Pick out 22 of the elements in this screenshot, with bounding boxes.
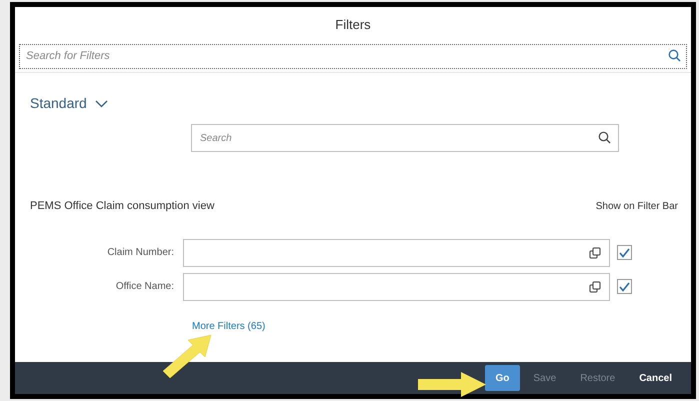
search-field[interactable]: Search for Filters <box>19 44 687 68</box>
field-label: Office Name: <box>114 280 175 294</box>
input-field[interactable] <box>183 272 610 300</box>
go-button[interactable]: Go <box>484 365 520 391</box>
checkbox[interactable] <box>617 245 632 260</box>
dialog-title: Filters <box>335 16 371 34</box>
variant-selector[interactable]: Standard <box>30 93 108 114</box>
search-field[interactable]: Search <box>191 124 619 152</box>
footer-button[interactable]: Cancel <box>628 365 683 391</box>
input-field[interactable] <box>183 238 610 266</box>
column-header: Show on Filter Bar <box>596 200 678 214</box>
checkbox[interactable] <box>617 279 632 294</box>
group-title: PEMS Office Claim consumption view <box>30 199 214 214</box>
value-help-icon[interactable] <box>589 280 601 292</box>
search-icon[interactable] <box>598 131 611 144</box>
search-icon[interactable] <box>668 49 681 62</box>
chevron-down-icon <box>94 100 108 108</box>
value-help-icon[interactable] <box>589 246 601 258</box>
more-filters-link[interactable]: More Filters (65) <box>192 320 266 332</box>
field-label: Claim Number: <box>106 246 175 260</box>
arrow-icon <box>417 371 487 398</box>
arrow-icon <box>161 333 213 379</box>
